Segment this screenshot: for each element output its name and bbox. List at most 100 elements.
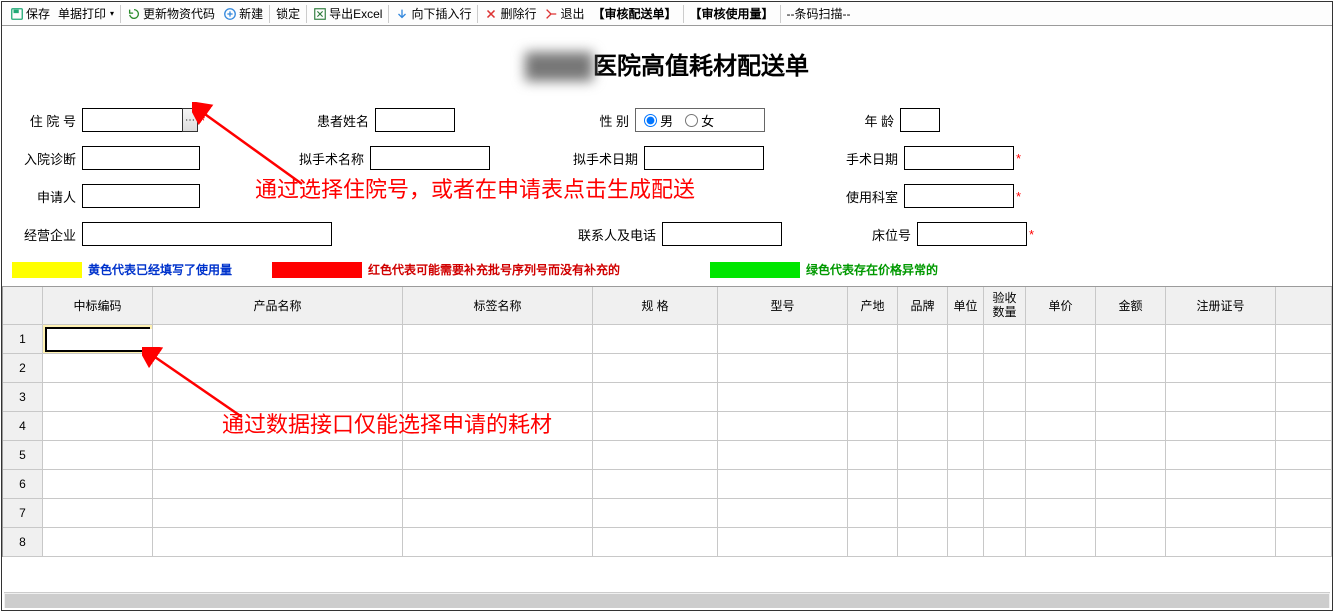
tender-cell[interactable]	[43, 412, 153, 441]
label-cell[interactable]	[403, 325, 593, 354]
amount-cell[interactable]	[1096, 441, 1166, 470]
col-qty[interactable]: 验收 数量	[984, 287, 1026, 325]
price-cell[interactable]	[1026, 528, 1096, 557]
brand-cell[interactable]	[898, 470, 948, 499]
product-cell[interactable]	[153, 499, 403, 528]
surgery-date-input[interactable]	[644, 146, 764, 170]
audit-delivery-button[interactable]: 【审核配送单】	[589, 3, 681, 25]
sex-female-radio[interactable]: 女	[685, 111, 714, 130]
unit-cell[interactable]	[948, 528, 984, 557]
amount-cell[interactable]	[1096, 499, 1166, 528]
spec-cell[interactable]	[593, 441, 718, 470]
contact-input[interactable]	[662, 222, 782, 246]
tender-cell[interactable]	[43, 383, 153, 412]
col-model[interactable]: 型号	[718, 287, 848, 325]
product-cell[interactable]	[153, 441, 403, 470]
row-number[interactable]: 2	[3, 354, 43, 383]
product-cell[interactable]	[153, 528, 403, 557]
audit-usage-button[interactable]: 【审核使用量】	[686, 3, 778, 25]
unit-cell[interactable]	[948, 499, 984, 528]
tender-cell[interactable]: ⋯	[43, 325, 153, 354]
regno-cell[interactable]	[1166, 325, 1276, 354]
label-cell[interactable]	[403, 470, 593, 499]
unit-cell[interactable]	[948, 354, 984, 383]
col-origin[interactable]: 产地	[848, 287, 898, 325]
row-number[interactable]: 5	[3, 441, 43, 470]
diagnosis-input[interactable]	[82, 146, 200, 170]
origin-cell[interactable]	[848, 383, 898, 412]
qty-cell[interactable]	[984, 499, 1026, 528]
product-cell[interactable]	[153, 325, 403, 354]
applicant-input[interactable]	[82, 184, 200, 208]
price-cell[interactable]	[1026, 412, 1096, 441]
brand-cell[interactable]	[898, 499, 948, 528]
tender-cell[interactable]	[43, 470, 153, 499]
brand-cell[interactable]	[898, 528, 948, 557]
regno-cell[interactable]	[1166, 528, 1276, 557]
unit-cell[interactable]	[948, 383, 984, 412]
col-tender[interactable]: 中标编码	[43, 287, 153, 325]
label-cell[interactable]	[403, 441, 593, 470]
label-cell[interactable]	[403, 528, 593, 557]
spec-cell[interactable]	[593, 383, 718, 412]
tender-cell[interactable]	[43, 528, 153, 557]
price-cell[interactable]	[1026, 499, 1096, 528]
col-label[interactable]: 标签名称	[403, 287, 593, 325]
row-number[interactable]: 7	[3, 499, 43, 528]
spec-cell[interactable]	[593, 499, 718, 528]
spec-cell[interactable]	[593, 354, 718, 383]
amount-cell[interactable]	[1096, 470, 1166, 499]
export-excel-button[interactable]: 导出Excel	[309, 3, 386, 25]
product-cell[interactable]	[153, 412, 403, 441]
regno-cell[interactable]	[1166, 412, 1276, 441]
spec-cell[interactable]	[593, 325, 718, 354]
scroll-thumb[interactable]	[5, 594, 1329, 608]
spec-cell[interactable]	[593, 528, 718, 557]
row-number[interactable]: 3	[3, 383, 43, 412]
hosp-no-input[interactable]	[82, 108, 182, 132]
label-cell[interactable]	[403, 499, 593, 528]
lock-button[interactable]: 锁定	[272, 3, 304, 25]
label-cell[interactable]	[403, 412, 593, 441]
label-cell[interactable]	[403, 354, 593, 383]
qty-cell[interactable]	[984, 441, 1026, 470]
unit-cell[interactable]	[948, 441, 984, 470]
sex-male-radio[interactable]: 男	[644, 111, 673, 130]
col-product[interactable]: 产品名称	[153, 287, 403, 325]
model-cell[interactable]	[718, 470, 848, 499]
col-regno[interactable]: 注册证号	[1166, 287, 1276, 325]
unit-cell[interactable]	[948, 412, 984, 441]
regno-cell[interactable]	[1166, 441, 1276, 470]
company-input[interactable]	[82, 222, 332, 246]
unit-cell[interactable]	[948, 325, 984, 354]
amount-cell[interactable]	[1096, 412, 1166, 441]
tender-cell[interactable]	[43, 499, 153, 528]
amount-cell[interactable]	[1096, 354, 1166, 383]
price-cell[interactable]	[1026, 325, 1096, 354]
col-price[interactable]: 单价	[1026, 287, 1096, 325]
print-button[interactable]: 单据打印 ▾	[54, 3, 118, 25]
col-brand[interactable]: 品牌	[898, 287, 948, 325]
label-cell[interactable]	[403, 383, 593, 412]
model-cell[interactable]	[718, 325, 848, 354]
origin-cell[interactable]	[848, 528, 898, 557]
insert-row-button[interactable]: 向下插入行	[391, 3, 475, 25]
tender-input[interactable]	[47, 329, 153, 350]
qty-cell[interactable]	[984, 412, 1026, 441]
unit-cell[interactable]	[948, 470, 984, 499]
hosp-no-lookup-button[interactable]: ⋯	[182, 108, 198, 132]
row-number[interactable]: 1	[3, 325, 43, 354]
tender-cell[interactable]	[43, 441, 153, 470]
origin-cell[interactable]	[848, 412, 898, 441]
op-date-input[interactable]	[904, 146, 1014, 170]
qty-cell[interactable]	[984, 528, 1026, 557]
col-unit[interactable]: 单位	[948, 287, 984, 325]
save-button[interactable]: 保存	[6, 3, 54, 25]
age-input[interactable]	[900, 108, 940, 132]
col-amount[interactable]: 金额	[1096, 287, 1166, 325]
row-number[interactable]: 6	[3, 470, 43, 499]
bed-input[interactable]	[917, 222, 1027, 246]
origin-cell[interactable]	[848, 441, 898, 470]
price-cell[interactable]	[1026, 441, 1096, 470]
model-cell[interactable]	[718, 412, 848, 441]
